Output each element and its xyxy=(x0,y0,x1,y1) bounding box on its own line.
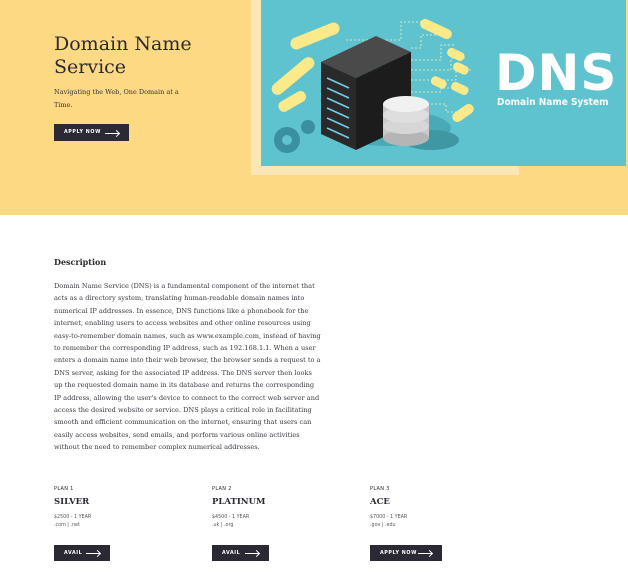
avail-label: AVAIL xyxy=(222,550,241,556)
plan-tlds: .uk | .org xyxy=(212,523,234,528)
plan-card-platinum: PLAN 2 PLATINUM $4500 - 1 YEAR .uk | .or… xyxy=(212,486,332,561)
plan-tlds: .gov | .edu xyxy=(370,523,396,528)
arrow-right-icon xyxy=(245,553,259,554)
plan-name: PLATINUM xyxy=(212,497,266,507)
plan-card-ace: PLAN 3 ACE $7000 - 1 YEAR .gov | .edu AP… xyxy=(370,486,490,561)
apply-now-button[interactable]: APPLY NOW xyxy=(54,124,129,141)
description-body: Domain Name Service (DNS) is a fundament… xyxy=(54,282,321,452)
page-title: Domain Name Service xyxy=(54,33,192,78)
plan-number: PLAN 3 xyxy=(370,486,390,492)
plan-number: PLAN 2 xyxy=(212,486,232,492)
plan-price: $4500 - 1 YEAR xyxy=(212,515,250,520)
apply-now-label: APPLY NOW xyxy=(64,130,101,135)
dns-subheadline: Domain Name System xyxy=(497,97,609,108)
plan-card-silver: PLAN 1 SILVER $2500 - 1 YEAR .com | .net… xyxy=(54,486,174,561)
plan-name: ACE xyxy=(370,497,390,507)
plan-tlds: .com | .net xyxy=(54,523,80,528)
apply-now-button[interactable]: APPLY NOW xyxy=(370,545,442,561)
arrow-right-icon xyxy=(105,132,119,134)
plan-price: $2500 - 1 YEAR xyxy=(54,515,92,520)
arrow-right-icon xyxy=(86,553,100,554)
avail-button[interactable]: AVAIL xyxy=(212,545,269,561)
dns-headline: DNS xyxy=(495,44,618,102)
hero-subtitle: Navigating the Web, One Domain at a Time… xyxy=(54,88,179,109)
description-heading: Description xyxy=(54,257,107,267)
gear-icon xyxy=(274,120,315,153)
avail-button[interactable]: AVAIL xyxy=(54,545,110,561)
plan-name: SILVER xyxy=(54,497,90,507)
arrow-right-icon xyxy=(418,553,432,554)
apply-now-label: APPLY NOW xyxy=(380,550,417,556)
plan-price: $7000 - 1 YEAR xyxy=(370,515,408,520)
plan-number: PLAN 1 xyxy=(54,486,74,492)
avail-label: AVAIL xyxy=(64,550,83,556)
database-icon xyxy=(383,96,429,146)
dns-banner-image: DNS Domain Name System xyxy=(261,0,626,166)
